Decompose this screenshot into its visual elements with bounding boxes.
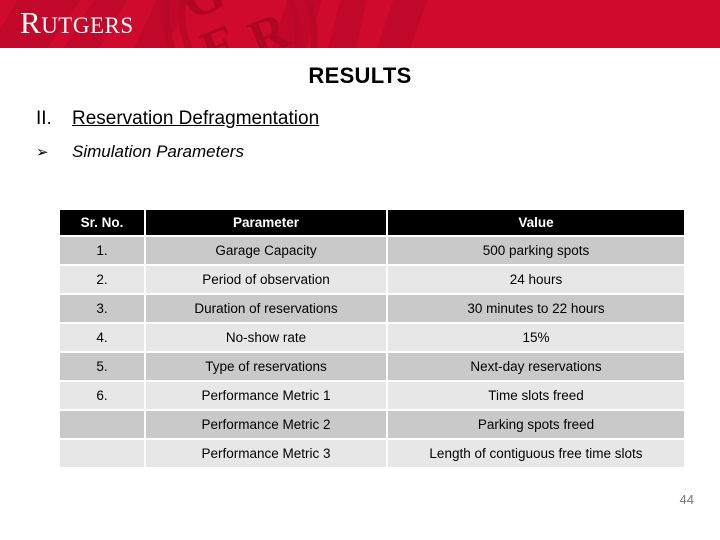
cell-sr-no (60, 411, 144, 438)
cell-value: Length of contiguous free time slots (388, 440, 684, 467)
rutgers-logo-initial: R (20, 5, 42, 40)
cell-parameter: Period of observation (146, 266, 386, 293)
cell-value: Time slots freed (388, 382, 684, 409)
svg-text:R: R (241, 1, 299, 48)
cell-value: 30 minutes to 22 hours (388, 295, 684, 322)
section-marker: II. (36, 108, 52, 129)
table-row: Performance Metric 2 Parking spots freed (60, 411, 684, 438)
rutgers-logo: RUTGERS (20, 7, 134, 38)
rutgers-logo-text: UTGERS (41, 13, 134, 38)
cell-parameter: No-show rate (146, 324, 386, 351)
brand-header-band: G E R RUTGERS (0, 0, 720, 48)
cell-sr-no: 3. (60, 295, 144, 322)
column-header-sr-no: Sr. No. (60, 210, 144, 235)
table-row: Performance Metric 3 Length of contiguou… (60, 440, 684, 467)
table-row: 4. No-show rate 15% (60, 324, 684, 351)
subsection-heading: ➢ Simulation Parameters (36, 142, 696, 162)
table-row: 5. Type of reservations Next-day reserva… (60, 353, 684, 380)
cell-parameter: Duration of reservations (146, 295, 386, 322)
simulation-parameters-table: Sr. No. Parameter Value 1. Garage Capaci… (58, 208, 686, 469)
cell-sr-no: 2. (60, 266, 144, 293)
svg-text:E: E (193, 14, 247, 48)
slide-title: RESULTS (308, 63, 412, 88)
cell-sr-no: 5. (60, 353, 144, 380)
cell-sr-no: 6. (60, 382, 144, 409)
arrow-bullet-icon: ➢ (36, 144, 49, 161)
table-row: 6. Performance Metric 1 Time slots freed (60, 382, 684, 409)
cell-sr-no (60, 440, 144, 467)
table-row: 3. Duration of reservations 30 minutes t… (60, 295, 684, 322)
page-number: 44 (679, 492, 694, 507)
cell-parameter: Garage Capacity (146, 237, 386, 264)
table-header-row: Sr. No. Parameter Value (60, 210, 684, 235)
cell-parameter: Performance Metric 3 (146, 440, 386, 467)
cell-sr-no: 1. (60, 237, 144, 264)
column-header-parameter: Parameter (146, 210, 386, 235)
table-body: 1. Garage Capacity 500 parking spots 2. … (60, 237, 684, 467)
table-row: 2. Period of observation 24 hours (60, 266, 684, 293)
cell-parameter: Performance Metric 2 (146, 411, 386, 438)
cell-parameter: Performance Metric 1 (146, 382, 386, 409)
cell-value: 24 hours (388, 266, 684, 293)
subsection-heading-label: Simulation Parameters (72, 142, 244, 161)
cell-sr-no: 4. (60, 324, 144, 351)
cell-value: Next-day reservations (388, 353, 684, 380)
svg-text:G: G (174, 0, 233, 31)
cell-value: 500 parking spots (388, 237, 684, 264)
column-header-value: Value (388, 210, 684, 235)
table-row: 1. Garage Capacity 500 parking spots (60, 237, 684, 264)
cell-value: Parking spots freed (388, 411, 684, 438)
section-heading-label: Reservation Defragmentation (72, 108, 320, 129)
cell-parameter: Type of reservations (146, 353, 386, 380)
cell-value: 15% (388, 324, 684, 351)
section-heading: II. Reservation Defragmentation (36, 108, 696, 130)
